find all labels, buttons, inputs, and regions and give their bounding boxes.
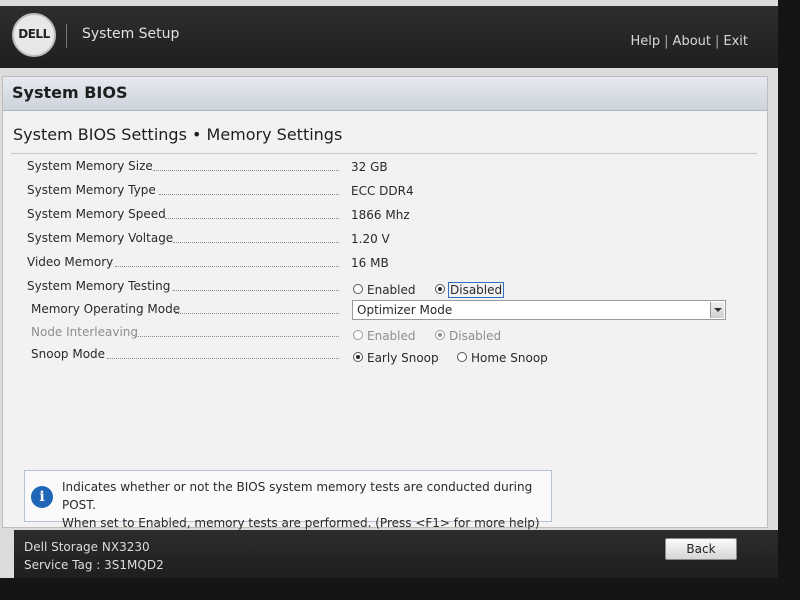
select-value: Optimizer Mode	[357, 303, 453, 317]
section-subtitle: System BIOS Settings • Memory Settings	[13, 125, 343, 144]
option-label: Enabled	[367, 283, 416, 297]
monitor-bezel-bottom	[0, 578, 800, 600]
setting-value: 16 MB	[351, 256, 389, 270]
dotted-leader	[159, 194, 339, 195]
setting-label: System Memory Type	[27, 183, 156, 197]
option-label: Enabled	[367, 329, 416, 343]
help-text: Indicates whether or not the BIOS system…	[62, 478, 551, 532]
dotted-leader	[153, 170, 339, 171]
node-interleaving-disabled-radio: Disabled	[435, 325, 501, 344]
option-label: Home Snoop	[471, 351, 548, 365]
radio-on-icon	[353, 351, 363, 362]
option-label: Disabled	[449, 329, 502, 343]
content-panel: System BIOS System BIOS Settings • Memor…	[2, 76, 768, 528]
help-info-box: i Indicates whether or not the BIOS syst…	[24, 470, 552, 530]
snoop-mode-early-radio[interactable]: Early Snoop	[353, 347, 439, 366]
setting-row-memory-speed: System Memory Speed 1866 Mhz	[3, 205, 767, 227]
back-button[interactable]: Back	[665, 538, 737, 560]
snoop-mode-home-radio[interactable]: Home Snoop	[457, 347, 548, 366]
dotted-leader	[175, 313, 339, 314]
radio-on-icon	[435, 283, 445, 294]
setting-label: Node Interleaving	[31, 325, 139, 339]
node-interleaving-enabled-radio: Enabled	[353, 325, 416, 344]
dotted-leader	[135, 336, 339, 337]
service-tag: Service Tag : 3S1MQD2	[24, 558, 164, 572]
header-bar: DELL System Setup Help | About | Exit	[0, 6, 778, 68]
footer-bar: Dell Storage NX3230 Service Tag : 3S1MQD…	[14, 530, 778, 578]
setting-row-operating-mode: Memory Operating Mode Optimizer Mode	[3, 300, 767, 322]
header-divider	[66, 24, 67, 48]
panel-title-bar: System BIOS	[3, 77, 767, 111]
memory-testing-enabled-radio[interactable]: Enabled	[353, 279, 416, 298]
bios-screen: DELL System Setup Help | About | Exit System…	[0, 0, 778, 600]
setting-label: System Memory Speed	[27, 207, 166, 221]
info-icon: i	[31, 486, 53, 508]
exit-link[interactable]: Exit	[723, 34, 748, 49]
radio-on-icon	[435, 329, 445, 340]
dell-logo: DELL	[12, 13, 56, 57]
chevron-down-icon[interactable]	[710, 302, 724, 318]
setting-value: 1866 Mhz	[351, 208, 410, 222]
setting-row-memory-type: System Memory Type ECC DDR4	[3, 181, 767, 203]
setting-label: Memory Operating Mode	[31, 302, 181, 316]
setting-row-memory-voltage: System Memory Voltage 1.20 V	[3, 229, 767, 251]
setting-label: System Memory Size	[27, 159, 153, 173]
help-text-line: Indicates whether or not the BIOS system…	[62, 480, 533, 512]
option-label: Disabled	[447, 282, 505, 298]
memory-testing-disabled-radio[interactable]: Disabled	[435, 279, 505, 298]
option-label: Early Snoop	[367, 351, 439, 365]
setting-label: Snoop Mode	[31, 347, 106, 361]
dotted-leader	[173, 242, 339, 243]
setting-row-memory-testing: System Memory Testing Enabled Disabled	[3, 277, 767, 299]
setting-row-snoop-mode: Snoop Mode Early Snoop Home Snoop	[3, 345, 767, 367]
memory-operating-mode-select[interactable]: Optimizer Mode	[352, 300, 726, 320]
setting-value: 32 GB	[351, 160, 388, 174]
setting-value: ECC DDR4	[351, 184, 414, 198]
setting-value: 1.20 V	[351, 232, 390, 246]
logo-text: DELL	[18, 27, 50, 41]
dotted-leader	[173, 290, 339, 291]
setting-label: System Memory Voltage	[27, 231, 174, 245]
setting-label: Video Memory	[27, 255, 114, 269]
system-model: Dell Storage NX3230	[24, 540, 150, 554]
setting-row-memory-size: System Memory Size 32 GB	[3, 157, 767, 179]
setting-label: System Memory Testing	[27, 279, 171, 293]
header-links: Help | About | Exit	[631, 34, 748, 49]
page-title: System BIOS	[12, 83, 128, 102]
radio-off-icon	[353, 283, 363, 294]
subtitle-divider	[11, 153, 757, 154]
setting-row-node-interleaving: Node Interleaving Enabled Disabled	[3, 323, 767, 345]
radio-off-icon	[353, 329, 363, 340]
about-link[interactable]: About	[673, 34, 711, 49]
radio-off-icon	[457, 351, 467, 362]
dotted-leader	[115, 266, 339, 267]
setting-row-video-memory: Video Memory 16 MB	[3, 253, 767, 275]
dotted-leader	[107, 358, 339, 359]
link-separator: |	[714, 34, 720, 49]
dotted-leader	[165, 218, 339, 219]
help-link[interactable]: Help	[631, 34, 661, 49]
monitor-bezel	[778, 0, 800, 600]
link-separator: |	[664, 34, 669, 49]
app-title: System Setup	[82, 26, 180, 42]
